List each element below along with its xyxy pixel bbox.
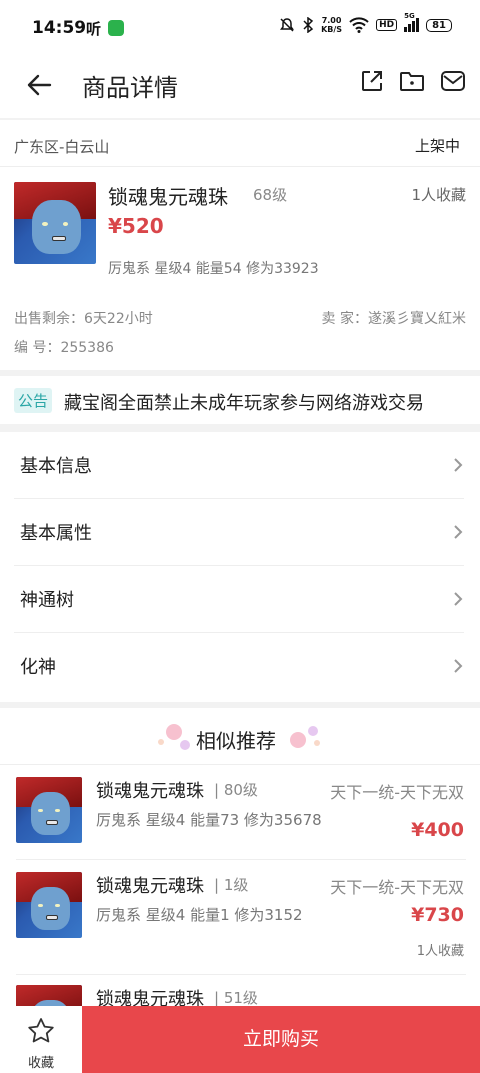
menu-label: 化神 [20,657,56,678]
time-left: 出售剩余：6天22小时 [14,311,153,327]
product-card: 广东区-白云山 上架中 锁魂鬼元魂珠 68级 1人收藏 ¥520 厉鬼系 星级4… [0,120,480,370]
nav-bar: 商品详情 [0,58,480,118]
product-attributes: 厉鬼系 星级4 能量54 修为33923 [108,261,319,277]
battery-indicator: 81 [426,18,452,32]
menu-item-basic-info[interactable]: 基本信息 [0,432,480,499]
product-level: 68级 [253,186,288,204]
item-favorites: 1人收藏 [416,944,464,959]
network-speed: 7.00 KB/S [321,16,343,34]
bluetooth-icon [303,17,314,33]
decor-dot [158,739,164,745]
item-level: | 80级 [214,781,258,799]
menu-item-transform[interactable]: 化神 [0,633,480,700]
item-server: 天下一统-天下无双 [330,783,464,802]
decor-dot [166,724,182,740]
recommend-section: 相似推荐 锁魂鬼元魂珠 | 80级 天下一统-天下无双 厉鬼系 星级4 能量73… [0,708,480,1015]
ting-app-icon: 听 [86,20,102,38]
product-number: 编 号：255386 [14,340,114,356]
item-attributes: 厉鬼系 星级4 能量73 修为35678 [96,811,322,829]
decor-dot [308,726,318,736]
hd-badge: HD [376,19,398,31]
recommend-item[interactable]: 锁魂鬼元魂珠 | 80级 天下一统-天下无双 厉鬼系 星级4 能量73 修为35… [0,765,480,860]
page-title: 商品详情 [82,74,178,102]
item-level: | 51级 [214,989,258,1007]
menu-label: 基本信息 [20,456,92,477]
region-label: 广东区-白云山 [14,138,110,156]
item-attributes: 厉鬼系 星级4 能量1 修为3152 [96,906,303,924]
item-server: 天下一统-天下无双 [330,878,464,897]
item-level: | 1级 [214,876,249,894]
chevron-right-icon [454,525,463,539]
favorite-button[interactable]: 收藏 [0,1006,82,1073]
product-image [14,182,96,264]
bottom-bar: 收藏 立即购买 [0,1006,480,1073]
status-icons: 7.00 KB/S HD 5G 81 [279,12,452,34]
seller-name[interactable]: 卖 家：遂溪彡寶乂紅米 [322,308,466,328]
mute-bell-icon [280,18,295,32]
chevron-right-icon [454,659,463,673]
item-name: 锁魂鬼元魂珠 [96,876,204,897]
detail-menu: 基本信息 基本属性 神通树 化神 [0,432,480,702]
item-price: ¥400 [411,819,464,841]
notice-bar[interactable]: 公告 藏宝阁全面禁止未成年玩家参与网络游戏交易 [0,376,480,424]
folder-icon[interactable] [399,69,425,93]
divider [0,166,480,167]
wechat-icon [108,20,124,36]
status-bar: 14:59 听 7.00 KB/S HD 5G 81 [0,0,480,58]
item-image [16,872,82,938]
decor-dot [290,732,306,748]
favorite-count: 1人收藏 [411,186,466,204]
favorite-label: 收藏 [27,1056,54,1071]
decor-dot [180,740,190,750]
chevron-right-icon [454,458,463,472]
product-name: 锁魂鬼元魂珠 [108,185,228,209]
item-image [16,777,82,843]
star-icon [28,1018,54,1043]
buy-now-button[interactable]: 立即购买 [82,1006,480,1073]
menu-item-basic-attributes[interactable]: 基本属性 [0,499,480,566]
mail-icon[interactable] [440,69,466,93]
back-arrow-icon[interactable] [24,70,54,100]
status-time: 14:59 [32,18,87,38]
decor-dot [314,740,320,746]
status-badge: 上架中 [414,137,460,155]
item-name: 锁魂鬼元魂珠 [96,781,204,802]
item-price: ¥730 [411,904,464,926]
notice-tag: 公告 [14,388,53,413]
wifi-icon [349,17,369,33]
product-price: ¥520 [108,214,164,238]
recommend-title: 相似推荐 [196,729,276,753]
recommend-item[interactable]: 锁魂鬼元魂珠 | 1级 天下一统-天下无双 厉鬼系 星级4 能量1 修为3152… [0,860,480,975]
notice-text: 藏宝阁全面禁止未成年玩家参与网络游戏交易 [64,393,424,414]
chevron-right-icon [454,592,463,606]
share-icon[interactable] [360,69,384,93]
menu-label: 神通树 [20,590,74,611]
menu-label: 基本属性 [20,523,92,544]
signal-icon: 5G [404,12,420,32]
menu-item-skill-tree[interactable]: 神通树 [0,566,480,633]
